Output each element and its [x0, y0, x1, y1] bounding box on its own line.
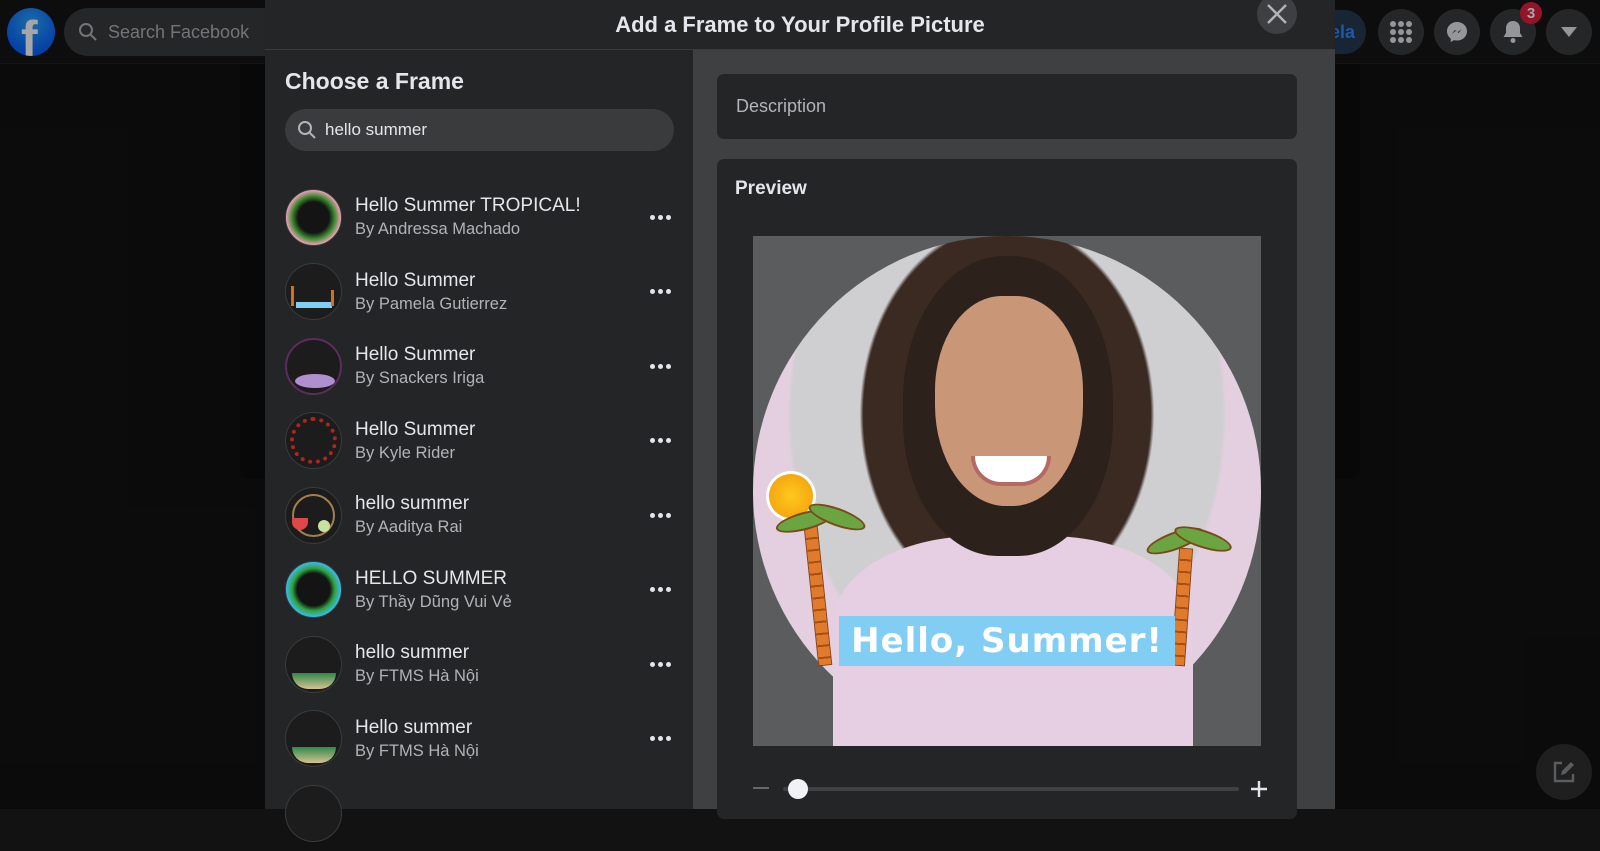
- preview-heading: Preview: [735, 178, 807, 199]
- frame-chooser-heading: Choose a Frame: [285, 68, 464, 94]
- more-dots-icon: [649, 363, 671, 369]
- more-options-button[interactable]: [645, 426, 675, 456]
- messenger-icon: [1447, 22, 1467, 42]
- dialog-title: Add a Frame to Your Profile Picture: [615, 11, 985, 37]
- frame-thumbnail: [285, 635, 342, 693]
- caret-down-icon: [1561, 27, 1577, 37]
- frame-author: By Aaditya Rai: [355, 518, 463, 537]
- menu-grid-icon: [1390, 21, 1412, 43]
- frame-title: Hello Summer TROPICAL!: [355, 195, 581, 217]
- search-icon: [298, 121, 316, 139]
- account-menu-button[interactable]: [1546, 9, 1592, 55]
- menu-button[interactable]: [1378, 9, 1424, 55]
- compose-icon: [1553, 761, 1575, 783]
- dialog-header: Add a Frame to Your Profile Picture: [265, 0, 1335, 50]
- more-dots-icon: [649, 661, 671, 667]
- messenger-button[interactable]: [1434, 9, 1480, 55]
- profile-picture-preview[interactable]: Hello, Summer!: [753, 236, 1261, 746]
- add-frame-dialog: Add a Frame to Your Profile Picture Choo…: [265, 0, 1335, 842]
- frame-banner-text: Hello, Summer!: [851, 621, 1163, 661]
- frame-thumbnail: [285, 337, 342, 395]
- more-options-button[interactable]: [645, 575, 675, 605]
- frame-list-item[interactable]: Hello Summer By Kyle Rider: [265, 404, 693, 479]
- more-dots-icon: [649, 438, 671, 443]
- more-dots-icon: [649, 587, 671, 592]
- frame-author: By FTMS Hà Nội: [355, 741, 479, 760]
- bell-icon: [1503, 21, 1523, 43]
- facebook-logo[interactable]: f: [7, 8, 55, 56]
- frame-title: hello summer: [355, 642, 470, 664]
- zoom-track[interactable]: [783, 787, 1239, 791]
- frame-title: Hello summer: [355, 716, 473, 738]
- frame-author: By Andressa Machado: [355, 220, 521, 239]
- frame-thumbnail: [285, 486, 342, 544]
- frame-title: Hello Summer: [355, 269, 476, 291]
- frame-author: By Kyle Rider: [355, 443, 455, 462]
- zoom-in-icon[interactable]: [1249, 779, 1269, 799]
- frame-search-input[interactable]: [325, 120, 655, 140]
- frame-list-item[interactable]: hello summer By Aaditya Rai: [265, 478, 693, 553]
- frame-thumbnail: [285, 561, 342, 619]
- frame-list-item[interactable]: Hello summer By FTMS Hà Nội: [265, 702, 693, 777]
- more-options-button[interactable]: [645, 351, 675, 381]
- more-options-button[interactable]: [645, 724, 675, 754]
- more-dots-icon: [649, 512, 671, 518]
- frame-search-bar[interactable]: [285, 109, 674, 151]
- frame-preview-panel: Preview Hello, Summer!: [693, 50, 1335, 819]
- search-placeholder: Search Facebook: [108, 21, 250, 42]
- description-field[interactable]: [717, 74, 1297, 139]
- zoom-slider-handle[interactable]: [788, 779, 809, 799]
- close-button[interactable]: [1257, 0, 1297, 34]
- frame-thumbnail: [285, 188, 342, 246]
- frame-list: Hello Summer TROPICAL! By Andressa Machad…: [265, 180, 693, 851]
- frame-banner: Hello, Summer!: [839, 616, 1175, 666]
- more-dots-icon: [649, 214, 671, 220]
- more-options-button[interactable]: [645, 202, 675, 232]
- search-icon: [79, 23, 97, 41]
- frame-author: By Thầy Dũng Vui Vẻ: [355, 592, 512, 611]
- frame-thumbnail: [285, 263, 342, 321]
- frame-list-item[interactable]: [265, 776, 693, 851]
- notification-badge: 3: [1520, 2, 1542, 24]
- zoom-slider[interactable]: [753, 779, 1267, 799]
- frame-list-item[interactable]: Hello Summer TROPICAL! By Andressa Machad…: [265, 180, 693, 255]
- frame-title: Hello Summer: [355, 344, 476, 366]
- frame-list-item[interactable]: Hello Summer By Snackers Iriga: [265, 329, 693, 404]
- close-icon: [1267, 4, 1287, 24]
- notifications-button[interactable]: 3: [1490, 2, 1542, 55]
- frame-thumbnail: [285, 784, 342, 842]
- frame-chooser-panel: Choose a Frame Hello Summer TROPICAL! By …: [265, 50, 693, 842]
- new-message-button[interactable]: [1536, 744, 1592, 800]
- frame-list-item[interactable]: Hello Summer By Pamela Gutierrez: [265, 255, 693, 330]
- frame-thumbnail: [285, 710, 342, 768]
- frame-author: By Snackers Iriga: [355, 369, 485, 388]
- more-options-button[interactable]: [645, 500, 675, 530]
- zoom-out-icon[interactable]: [753, 787, 769, 789]
- frame-author: By FTMS Hà Nội: [355, 667, 479, 686]
- more-dots-icon: [649, 736, 671, 741]
- frame-title: Hello Summer: [355, 418, 476, 440]
- more-options-button[interactable]: [645, 649, 675, 679]
- frame-list-item[interactable]: hello summer By FTMS Hà Nội: [265, 627, 693, 702]
- more-options-button[interactable]: [645, 277, 675, 307]
- frame-title: HELLO SUMMER: [355, 567, 508, 589]
- frame-list-item[interactable]: HELLO SUMMER By Thầy Dũng Vui Vẻ: [265, 553, 693, 628]
- frame-author: By Pamela Gutierrez: [355, 294, 508, 313]
- more-dots-icon: [649, 289, 671, 294]
- facebook-logo-letter: f: [21, 11, 38, 56]
- frame-thumbnail: [285, 412, 342, 470]
- description-input[interactable]: [736, 96, 1276, 117]
- frame-title: hello summer: [355, 493, 470, 515]
- preview-card: Preview Hello, Summer!: [717, 159, 1297, 819]
